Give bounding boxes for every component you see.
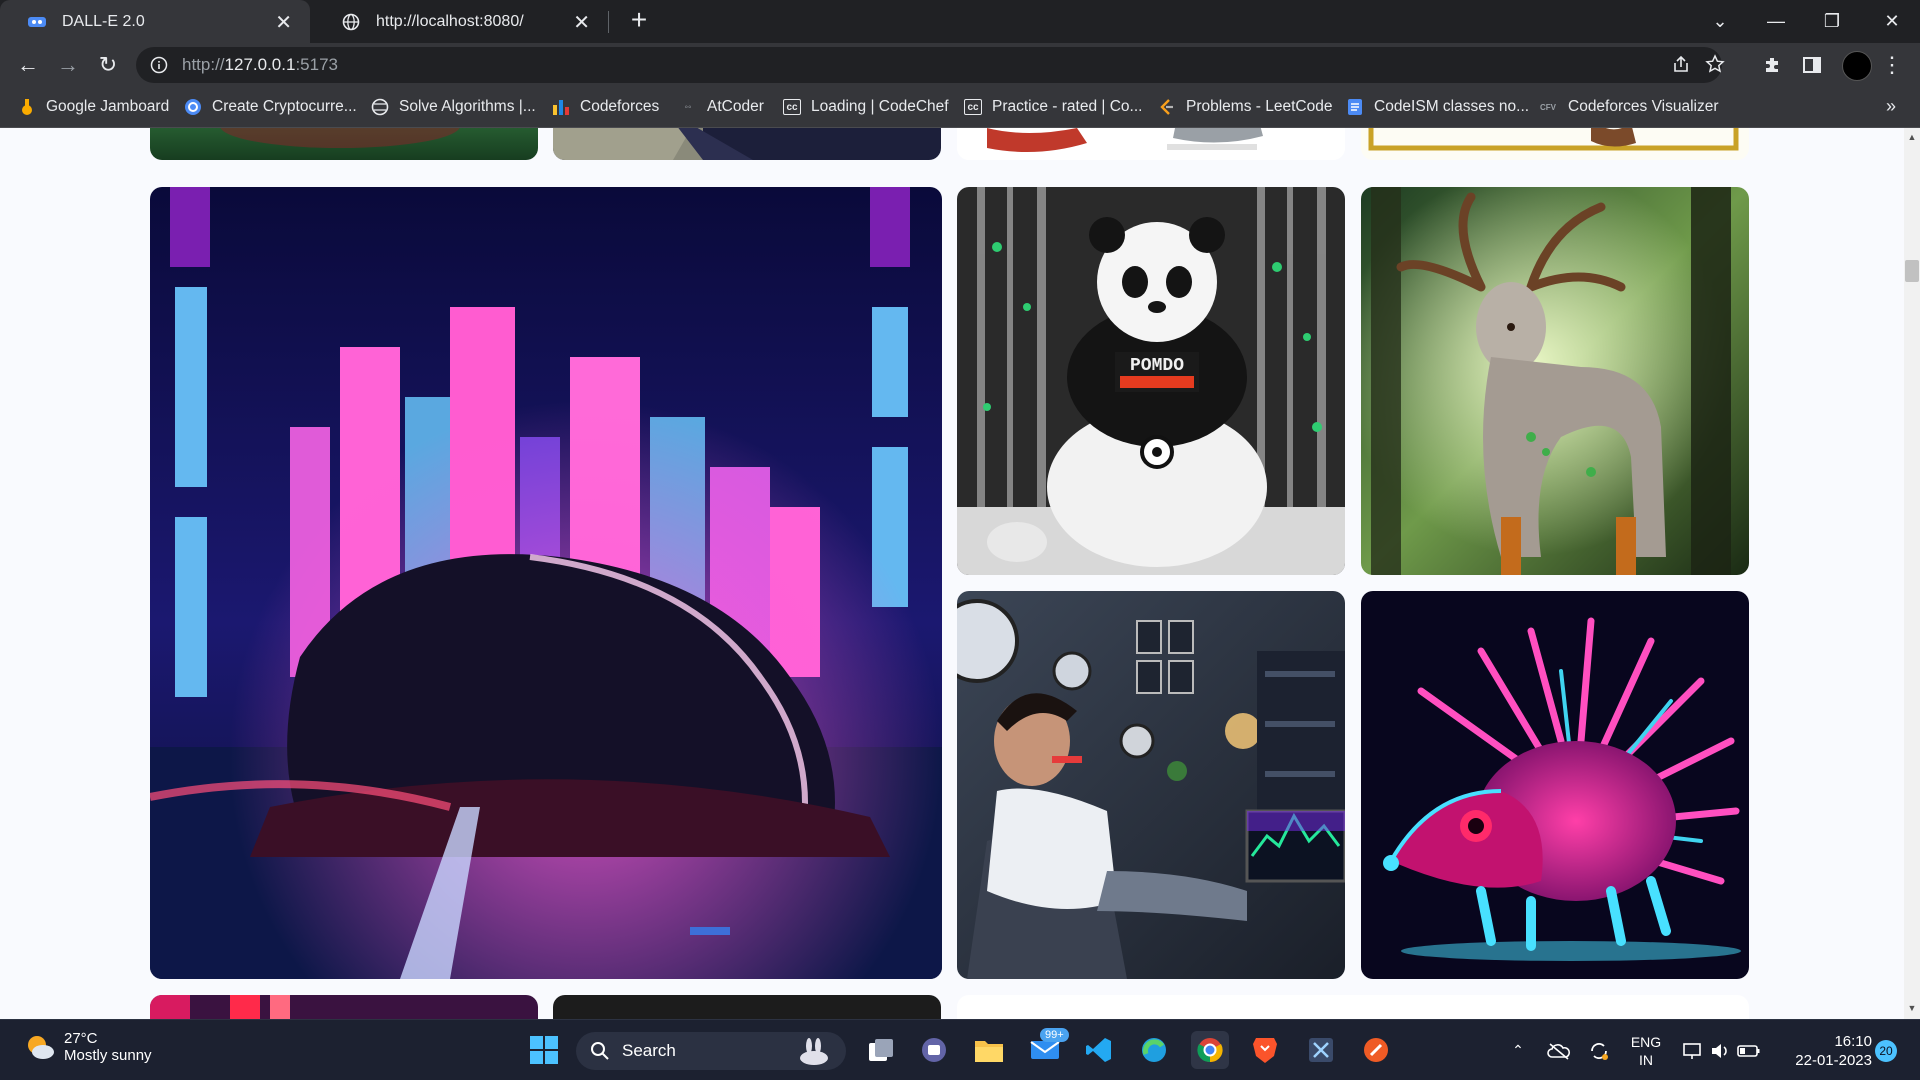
address-bar[interactable]: http://127.0.0.1:5173 — [136, 47, 1725, 83]
brave-icon[interactable] — [1246, 1031, 1284, 1069]
codechef-icon: cc — [783, 99, 801, 115]
gallery-image-partial[interactable] — [957, 995, 1749, 1019]
codeforces-icon — [552, 98, 570, 116]
mail-badge: 99+ — [1040, 1028, 1069, 1042]
gallery-image-shoes-partial[interactable] — [957, 128, 1345, 160]
panda-shirt-text: POMDO — [1130, 356, 1184, 376]
bookmark-item[interactable]: Google Jamboard — [18, 86, 169, 128]
notification-center[interactable]: 20 — [1872, 1020, 1900, 1081]
page-content: POMDO — [0, 128, 1904, 1019]
task-view-icon[interactable] — [862, 1031, 900, 1069]
postman-icon[interactable] — [1357, 1031, 1395, 1069]
tab-search-icon[interactable]: ⌄ — [1692, 0, 1748, 43]
close-tab-icon[interactable]: ✕ — [275, 10, 292, 35]
scroll-down-icon[interactable]: ▼ — [1904, 1003, 1920, 1017]
profile-avatar[interactable] — [1842, 51, 1872, 81]
menu-icon[interactable]: ⋮ — [1876, 49, 1908, 81]
tab-divider — [608, 11, 609, 33]
dalle-favicon-icon — [26, 11, 48, 33]
globe-icon — [371, 98, 389, 116]
jamboard-icon — [18, 98, 36, 116]
volume-icon[interactable] — [1708, 1020, 1732, 1081]
sync-icon[interactable] — [1586, 1020, 1612, 1081]
gallery-image-man-room[interactable] — [957, 591, 1345, 979]
codechef-icon: cc — [964, 99, 982, 115]
gallery-image-frame-partial[interactable] — [1361, 128, 1749, 160]
clock[interactable]: 16:10 22-01-2023 — [1772, 1020, 1872, 1081]
scroll-up-icon[interactable]: ▲ — [1904, 132, 1920, 146]
restore-icon[interactable]: ❐ — [1804, 0, 1860, 43]
start-icon[interactable] — [525, 1031, 563, 1069]
gallery-image-cyberpunk-city[interactable] — [150, 187, 942, 979]
gallery-image-deer[interactable] — [1361, 187, 1749, 575]
bookmarks-bar: Google Jamboard Create Cryptocurre... So… — [0, 86, 1920, 128]
reload-icon[interactable]: ↻ — [92, 49, 124, 81]
bookmark-item[interactable]: ◦◦ AtCoder — [679, 86, 763, 128]
back-icon[interactable]: ← — [12, 49, 44, 81]
bookmark-item[interactable]: Create Cryptocurre... — [184, 86, 357, 128]
onedrive-icon[interactable] — [1546, 1020, 1572, 1081]
notification-count: 20 — [1875, 1039, 1897, 1062]
tab-dalle[interactable]: DALL-E 2.0 ✕ — [0, 0, 310, 43]
bookmark-item[interactable]: cc Loading | CodeChef — [783, 86, 949, 128]
vscode-icon[interactable] — [1080, 1031, 1118, 1069]
tab-localhost[interactable]: http://localhost:8080/ ✕ — [314, 0, 608, 43]
weather-temp: 27°C — [64, 1030, 98, 1047]
display-icon[interactable] — [1680, 1020, 1706, 1081]
share-icon[interactable] — [1668, 51, 1694, 77]
windows-taskbar: 27°C Mostly sunny Search 99+ ⌃ ENG IN 16… — [0, 1019, 1920, 1080]
globe-icon — [340, 11, 362, 33]
scrollbar-thumb[interactable] — [1905, 260, 1919, 282]
atcoder-icon: ◦◦ — [684, 101, 692, 113]
weather-widget[interactable]: 27°C Mostly sunny — [24, 1030, 152, 1064]
battery-icon[interactable] — [1736, 1020, 1762, 1081]
language-indicator[interactable]: ENG IN — [1626, 1020, 1666, 1081]
teams-chat-icon[interactable] — [915, 1031, 953, 1069]
gallery-image-texture-partial[interactable] — [553, 128, 941, 160]
leetcode-icon — [1158, 98, 1176, 116]
weather-condition: Mostly sunny — [64, 1047, 152, 1064]
new-tab-icon[interactable]: + — [624, 6, 654, 36]
gallery-image-hedgehog[interactable] — [1361, 591, 1749, 979]
search-highlight-icon — [800, 1038, 828, 1065]
gallery-image-panda[interactable]: POMDO — [957, 187, 1345, 575]
bookmark-item[interactable]: CodeISM classes no... — [1346, 86, 1529, 128]
gallery-image-partial[interactable] — [553, 995, 941, 1019]
tab-strip: DALL-E 2.0 ✕ http://localhost:8080/ ✕ + … — [0, 0, 1920, 43]
file-explorer-icon[interactable] — [970, 1031, 1008, 1069]
search-label: Search — [622, 1041, 676, 1060]
bookmark-item[interactable]: cc Practice - rated | Co... — [964, 86, 1142, 128]
url-text: http://127.0.0.1:5173 — [182, 55, 338, 74]
clock-date: 22-01-2023 — [1795, 1051, 1872, 1069]
tab-title: http://localhost:8080/ — [376, 12, 524, 30]
close-window-icon[interactable]: ✕ — [1864, 0, 1920, 43]
site-info-icon[interactable] — [150, 56, 168, 74]
minimize-icon[interactable]: — — [1748, 0, 1804, 43]
bookmark-star-icon[interactable] — [1702, 51, 1728, 77]
bookmark-item[interactable]: Problems - LeetCode — [1158, 86, 1332, 128]
crypto-icon — [184, 98, 202, 116]
cfv-icon: CFV — [1540, 102, 1556, 112]
sun-cloud-icon — [28, 1036, 54, 1059]
search-icon — [591, 1042, 609, 1060]
show-hidden-icons[interactable]: ⌃ — [1506, 1020, 1530, 1081]
docs-icon — [1346, 98, 1364, 116]
snipping-tool-icon[interactable] — [1302, 1031, 1340, 1069]
clock-time: 16:10 — [1834, 1032, 1872, 1050]
gallery-image-green-partial[interactable] — [150, 128, 538, 160]
gallery-image-partial[interactable] — [150, 995, 538, 1019]
browser-toolbar: ← → ↻ http://127.0.0.1:5173 ⋮ — [0, 43, 1920, 86]
close-tab-icon[interactable]: ✕ — [573, 10, 590, 35]
side-panel-icon[interactable] — [1796, 49, 1828, 81]
bookmark-item[interactable]: CFV Codeforces Visualizer — [1538, 86, 1718, 128]
bookmark-item[interactable]: Codeforces — [552, 86, 659, 128]
more-bookmarks-icon[interactable]: » — [1886, 96, 1896, 117]
tab-title: DALL-E 2.0 — [62, 12, 145, 30]
extensions-icon[interactable] — [1756, 49, 1788, 81]
edge-icon[interactable] — [1135, 1031, 1173, 1069]
taskbar-search[interactable]: Search — [576, 1032, 846, 1070]
forward-icon[interactable]: → — [52, 49, 84, 81]
bookmark-item[interactable]: Solve Algorithms |... — [371, 86, 536, 128]
chrome-icon[interactable] — [1191, 1031, 1229, 1069]
